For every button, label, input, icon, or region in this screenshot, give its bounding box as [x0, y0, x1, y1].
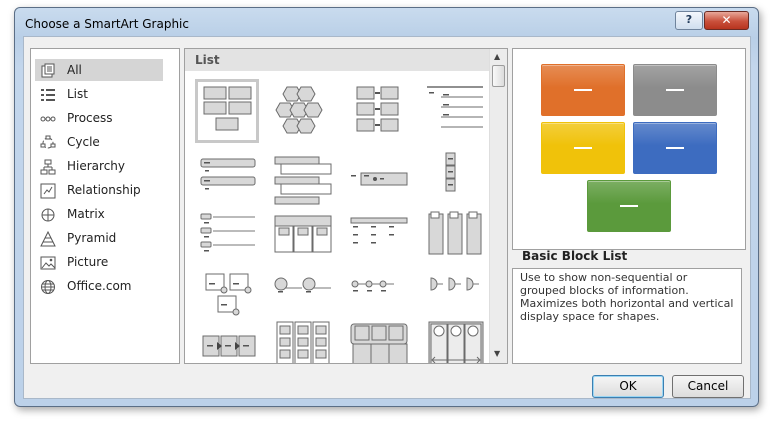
layout-stacked-hexagons[interactable] — [271, 79, 335, 143]
layout-descending-block-list[interactable] — [195, 314, 259, 363]
category-label: List — [67, 87, 88, 101]
close-button[interactable]: ✕ — [704, 11, 749, 30]
category-label: Hierarchy — [67, 159, 126, 173]
category-label: Cycle — [67, 135, 100, 149]
category-item-all[interactable]: All — [35, 59, 163, 81]
category-label: All — [67, 63, 82, 77]
preview-block-orange — [541, 64, 625, 116]
layout-preview — [512, 48, 746, 250]
layout-table-list[interactable] — [195, 204, 259, 268]
category-label: Office.com — [67, 279, 132, 293]
matrix-icon — [41, 208, 55, 222]
cancel-button[interactable]: Cancel — [672, 375, 744, 398]
layout-grouped-list[interactable] — [271, 204, 335, 268]
preview-description: Use to show non-sequential or grouped bl… — [512, 268, 742, 364]
cycle-icon — [40, 135, 56, 149]
category-item-office-com[interactable]: Office.com — [35, 275, 163, 297]
ok-button[interactable]: OK — [592, 375, 664, 398]
globe-icon — [41, 280, 55, 294]
gallery-header: List — [185, 49, 489, 71]
gallery-header-label: List — [195, 53, 220, 67]
pyramid-icon — [40, 231, 56, 247]
layout-vertical-chevron[interactable] — [423, 204, 487, 268]
category-label: Pyramid — [67, 231, 117, 245]
process-icon — [40, 116, 56, 122]
dialog-window: Choose a SmartArt Graphic ? ✕ All List P… — [14, 7, 759, 407]
layout-lined-list[interactable] — [423, 79, 487, 143]
category-item-relationship[interactable]: Relationship — [35, 179, 163, 201]
preview-block-green — [587, 180, 671, 232]
preview-block-gray — [633, 64, 717, 116]
layout-horizontal-bulleted[interactable] — [347, 204, 411, 268]
dialog-title: Choose a SmartArt Graphic — [25, 17, 189, 31]
list-icon — [41, 89, 55, 101]
preview-block-gold — [541, 122, 625, 174]
picture-icon — [40, 256, 56, 270]
category-item-process[interactable]: Process — [35, 107, 163, 129]
category-item-list[interactable]: List — [35, 83, 163, 105]
category-item-picture[interactable]: Picture — [35, 251, 163, 273]
layout-picture-accent-list[interactable] — [423, 314, 487, 363]
category-item-cycle[interactable]: Cycle — [35, 131, 163, 153]
layout-gallery: List ▲ ▼ — [184, 48, 508, 364]
category-list: All List Process Cycle Hierarchy Relatio… — [30, 48, 180, 364]
scroll-down-icon[interactable]: ▼ — [494, 349, 500, 358]
all-icon — [41, 63, 55, 78]
category-item-pyramid[interactable]: Pyramid — [35, 227, 163, 249]
scroll-thumb[interactable] — [492, 65, 505, 87]
relationship-icon — [40, 183, 56, 199]
category-label: Picture — [67, 255, 109, 269]
hierarchy-icon — [40, 159, 56, 175]
category-label: Relationship — [67, 183, 141, 197]
preview-title: Basic Block List — [522, 249, 628, 263]
help-button[interactable]: ? — [675, 11, 703, 30]
dialog-body: All List Process Cycle Hierarchy Relatio… — [23, 36, 751, 399]
layout-square-accent-list[interactable] — [347, 314, 411, 363]
preview-block-blue — [633, 122, 717, 174]
layout-pie-process[interactable] — [271, 314, 335, 363]
gallery-scrollbar[interactable]: ▲ ▼ — [489, 49, 507, 363]
category-label: Matrix — [67, 207, 105, 221]
layout-basic-block-list[interactable] — [195, 79, 259, 143]
scroll-up-icon[interactable]: ▲ — [494, 52, 500, 61]
category-label: Process — [67, 111, 113, 125]
category-item-hierarchy[interactable]: Hierarchy — [35, 155, 163, 177]
layout-alternating-flow[interactable] — [347, 79, 411, 143]
category-item-matrix[interactable]: Matrix — [35, 203, 163, 225]
